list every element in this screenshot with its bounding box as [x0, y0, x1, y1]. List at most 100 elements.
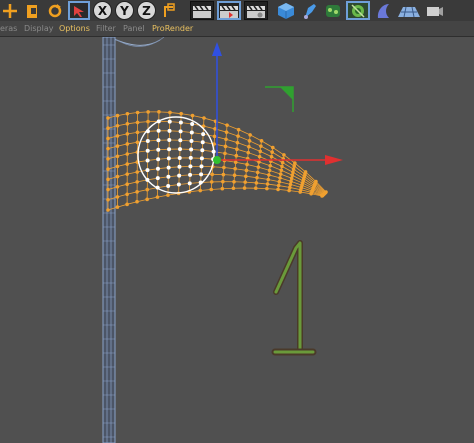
selected-point[interactable] [177, 164, 182, 169]
selected-point[interactable] [178, 138, 183, 143]
mesh-point[interactable] [291, 170, 295, 175]
selected-point[interactable] [178, 147, 183, 152]
selected-point[interactable] [145, 158, 150, 163]
mesh-point[interactable] [246, 150, 251, 155]
mesh-point[interactable] [210, 172, 214, 177]
mesh-point[interactable] [255, 175, 259, 180]
selected-point[interactable] [166, 183, 171, 188]
mesh-point[interactable] [125, 172, 130, 176]
mesh-point[interactable] [209, 180, 214, 184]
mesh-point[interactable] [232, 173, 237, 178]
selected-point[interactable] [145, 177, 150, 182]
mesh-point[interactable] [271, 145, 275, 150]
selected-point[interactable] [188, 164, 193, 169]
mesh-point[interactable] [244, 168, 249, 173]
mesh-point[interactable] [232, 179, 236, 184]
mesh-point[interactable] [135, 140, 140, 145]
mesh-point[interactable] [106, 197, 110, 202]
selected-point[interactable] [145, 168, 150, 173]
mesh-point[interactable] [224, 130, 229, 134]
selected-point[interactable] [156, 119, 161, 124]
mesh-point[interactable] [135, 120, 140, 125]
mesh-point[interactable] [166, 193, 170, 197]
mesh-point[interactable] [292, 164, 297, 168]
selected-point[interactable] [166, 174, 171, 179]
mesh-point[interactable] [146, 110, 150, 114]
lock-z-icon[interactable]: Z [137, 1, 156, 20]
rotate-icon[interactable] [45, 1, 65, 20]
selected-point[interactable] [189, 147, 194, 152]
selected-point[interactable] [189, 138, 194, 143]
mesh-point[interactable] [268, 163, 272, 168]
selected-point[interactable] [167, 138, 172, 143]
edit-render-settings-icon[interactable] [244, 1, 268, 20]
mesh-point[interactable] [209, 187, 214, 192]
mesh-point[interactable] [289, 179, 293, 184]
mesh-point[interactable] [265, 182, 270, 186]
mesh-point[interactable] [243, 180, 247, 184]
mesh-point[interactable] [115, 123, 120, 128]
render-view-icon[interactable] [190, 1, 214, 20]
selected-point[interactable] [211, 149, 216, 154]
mesh-point[interactable] [223, 144, 228, 149]
selected-point[interactable] [200, 140, 205, 145]
mesh-point[interactable] [257, 154, 262, 159]
selected-point[interactable] [166, 156, 171, 161]
mesh-point[interactable] [244, 174, 248, 179]
selected-point[interactable] [145, 148, 150, 153]
selected-point[interactable] [167, 147, 172, 152]
mesh-point[interactable] [265, 186, 269, 191]
scale-icon[interactable] [22, 1, 42, 20]
mesh-point[interactable] [115, 184, 120, 189]
lock-x-icon[interactable]: X [93, 1, 112, 20]
mesh-point[interactable] [280, 164, 284, 169]
menu-display[interactable]: Display [24, 21, 54, 36]
mesh-point[interactable] [125, 132, 130, 136]
cursor-icon[interactable] [68, 1, 90, 20]
mesh-point[interactable] [255, 170, 260, 175]
mesh-point[interactable] [115, 154, 120, 159]
mesh-point[interactable] [106, 208, 110, 212]
floor-icon[interactable] [396, 1, 422, 20]
selected-point[interactable] [155, 166, 160, 171]
mesh-point[interactable] [236, 134, 240, 138]
mesh-point[interactable] [236, 127, 241, 132]
mesh-point[interactable] [287, 188, 291, 193]
mesh-point[interactable] [224, 137, 228, 142]
mesh-point[interactable] [248, 133, 252, 137]
mesh-point[interactable] [168, 110, 172, 115]
mesh-point[interactable] [220, 186, 225, 191]
z-axis-handle[interactable] [213, 156, 221, 164]
selected-point[interactable] [176, 182, 181, 187]
menu-filter[interactable]: Filter [96, 21, 116, 36]
pen-icon[interactable] [300, 1, 320, 20]
mesh-point[interactable] [222, 165, 226, 170]
mesh-point[interactable] [266, 177, 271, 182]
mesh-point[interactable] [279, 168, 284, 173]
selected-point[interactable] [155, 185, 160, 190]
mesh-point[interactable] [115, 205, 120, 209]
subdivision-icon[interactable] [323, 1, 343, 20]
mesh-point[interactable] [115, 164, 120, 169]
mesh-point[interactable] [223, 151, 227, 156]
mesh-point[interactable] [280, 160, 285, 165]
mesh-point[interactable] [258, 149, 263, 154]
mesh-point[interactable] [155, 195, 160, 199]
mesh-point[interactable] [221, 179, 225, 184]
mesh-point[interactable] [269, 154, 274, 159]
mesh-point[interactable] [115, 113, 120, 118]
mesh-point[interactable] [106, 177, 110, 182]
menu-panel[interactable]: Panel [123, 21, 145, 36]
mesh-point[interactable] [289, 176, 294, 181]
mesh-point[interactable] [234, 153, 239, 158]
mesh-point[interactable] [198, 188, 203, 193]
mesh-point[interactable] [278, 176, 282, 180]
selected-point[interactable] [201, 132, 206, 137]
mesh-point[interactable] [125, 202, 129, 207]
selected-point[interactable] [199, 164, 204, 169]
selected-point[interactable] [177, 155, 182, 160]
mesh-point[interactable] [135, 190, 139, 194]
selected-point[interactable] [156, 157, 161, 162]
selected-point[interactable] [156, 138, 161, 143]
selected-point[interactable] [156, 147, 161, 152]
